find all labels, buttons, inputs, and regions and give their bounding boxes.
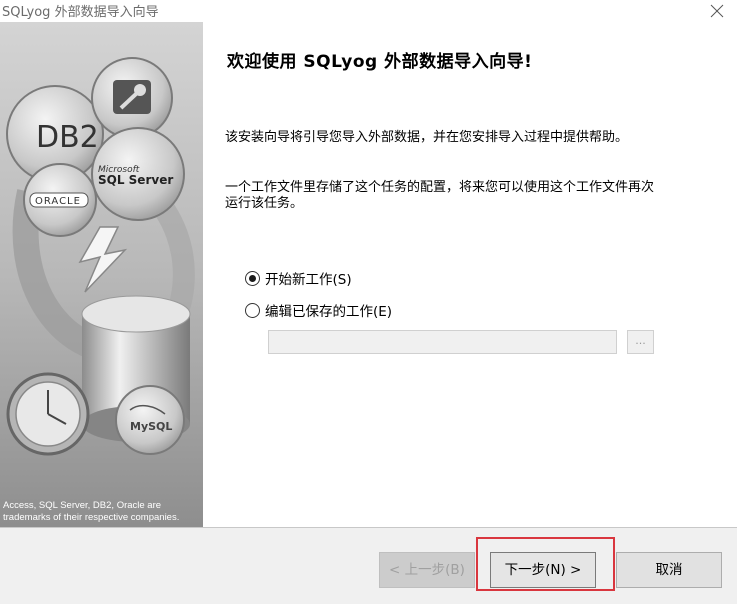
edit-saved-job-option[interactable]: 编辑已保存的工作(E) [245,300,392,320]
svg-text:SQL Server: SQL Server [98,173,173,187]
start-new-job-option[interactable]: 开始新工作(S) [245,268,352,288]
intro-text: 该安装向导将引导您导入外部数据，并在您安排导入过程中提供帮助。 [225,130,629,145]
cancel-button[interactable]: 取消 [616,552,722,588]
svg-text:ORACLE: ORACLE [35,196,81,207]
edit-saved-job-radio[interactable] [245,302,260,318]
close-icon[interactable] [706,0,728,22]
back-button[interactable]: < 上一步(B) [379,552,475,588]
next-button-highlight [476,537,615,591]
browse-button[interactable]: ... [627,330,654,354]
title-bar: SQLyog 外部数据导入向导 [0,0,737,22]
edit-saved-job-label[interactable]: 编辑已保存的工作(E) [265,300,392,320]
wizard-content: 欢迎使用 SQLyog 外部数据导入向导! 该安装向导将引导您导入外部数据，并在… [203,22,737,527]
svg-text:MySQL: MySQL [130,420,172,433]
db2-logo-text: DB2 [36,120,99,155]
start-new-job-radio[interactable] [245,270,260,286]
welcome-heading: 欢迎使用 SQLyog 外部数据导入向导! [227,52,533,72]
start-new-job-label[interactable]: 开始新工作(S) [265,268,352,288]
wizard-side-banner: DB2 Microsoft SQL Server ORACLE MySQL Ac… [0,22,203,527]
job-file-text: 一个工作文件里存储了这个任务的配置，将来您可以使用这个工作文件再次运行该任务。 [225,180,655,211]
window-title: SQLyog 外部数据导入向导 [2,5,159,20]
database-illustration: DB2 Microsoft SQL Server ORACLE MySQL [0,22,203,527]
trademark-notice: Access, SQL Server, DB2, Oracle are trad… [3,500,180,523]
job-file-path-input[interactable] [268,330,617,354]
